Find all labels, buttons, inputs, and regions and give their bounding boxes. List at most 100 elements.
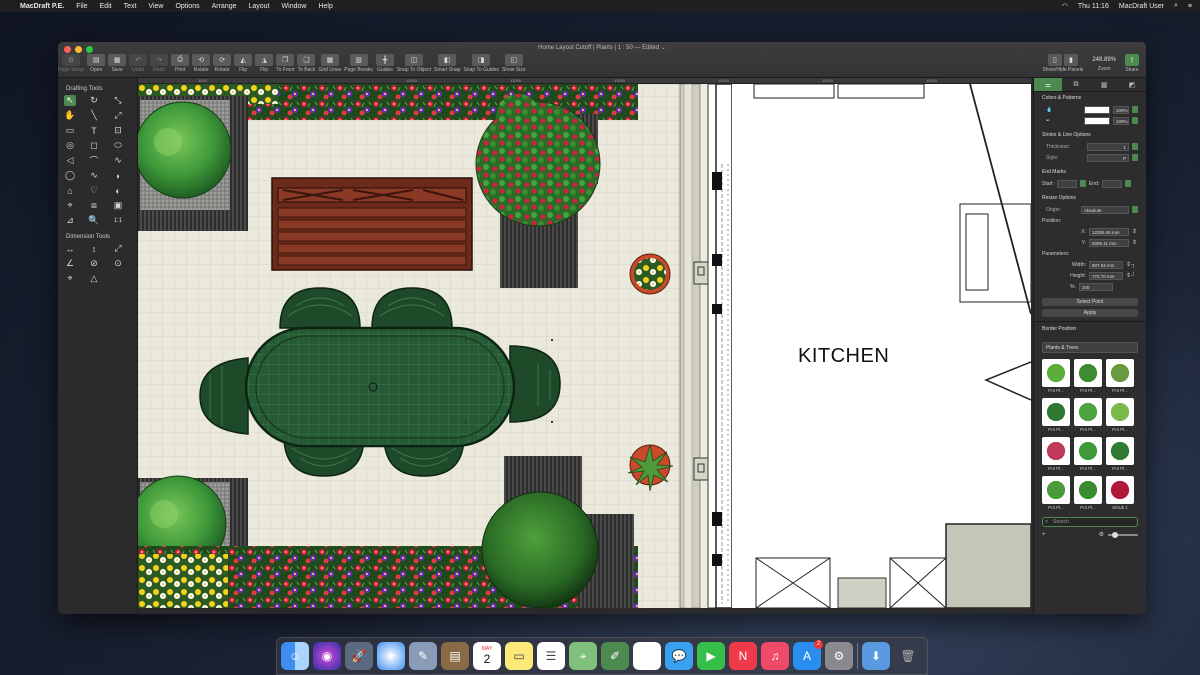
- pct-field[interactable]: 100: [1078, 282, 1113, 291]
- library-item[interactable]: Pot Pl...: [1106, 437, 1134, 474]
- launchpad-icon[interactable]: 🚀: [345, 642, 373, 670]
- line-stepper[interactable]: [1132, 117, 1138, 124]
- drafting-tool-7[interactable]: T: [88, 125, 100, 136]
- search-icon[interactable]: ⌕: [1174, 2, 1178, 10]
- toolbar-button-snap-to-guides[interactable]: ◨ Snap To Guides: [463, 54, 499, 73]
- library-item[interactable]: Pot Pl...: [1106, 398, 1134, 435]
- notes-icon[interactable]: ▭: [505, 642, 533, 670]
- downloads-folder-icon[interactable]: ⬇: [862, 642, 890, 670]
- drafting-tool-1[interactable]: ↻: [88, 95, 100, 106]
- toolbar-button-save[interactable]: ▦ Save: [108, 54, 127, 73]
- menu-window[interactable]: Window: [282, 3, 307, 10]
- toolbar-button-page-breaks[interactable]: ▥ Page Breaks: [344, 54, 373, 73]
- tab-attributes[interactable]: ⚌: [1034, 78, 1062, 91]
- floor-plan-drawing[interactable]: [138, 84, 1031, 608]
- menu-edit[interactable]: Edit: [100, 3, 112, 10]
- thickness-stepper[interactable]: [1132, 143, 1138, 150]
- trash-icon[interactable]: 🗑: [894, 642, 922, 670]
- tab-library[interactable]: ◩: [1118, 78, 1146, 91]
- y-stepper-icon[interactable]: ⇕: [1132, 239, 1138, 246]
- x-stepper-icon[interactable]: ⇕: [1132, 228, 1138, 235]
- fill-icon[interactable]: 💧: [1042, 107, 1052, 113]
- fill-swatch[interactable]: [1084, 105, 1110, 114]
- system-preferences-icon[interactable]: ⚙: [825, 642, 853, 670]
- line-opacity[interactable]: 100%: [1113, 116, 1129, 125]
- toolbar-button-flip[interactable]: ◭ Flip: [234, 54, 253, 73]
- library-item[interactable]: Pot Pl...: [1074, 476, 1102, 513]
- menu-text[interactable]: Text: [124, 3, 137, 10]
- drawing-canvas[interactable]: KITCHEN: [138, 84, 1031, 608]
- origin-dropdown[interactable]: [1132, 206, 1138, 213]
- library-select[interactable]: Plants & Trees: [1042, 342, 1138, 353]
- drafting-tool-3[interactable]: ✋: [64, 110, 76, 121]
- toolbar-button-undo[interactable]: ↶ Undo: [129, 54, 148, 73]
- dimension-tool-3[interactable]: ∠: [64, 258, 76, 269]
- x-field[interactable]: 12285.46 mm: [1089, 227, 1129, 236]
- reminders-icon[interactable]: ☰: [537, 642, 565, 670]
- style-stepper[interactable]: [1132, 154, 1138, 161]
- thickness-field[interactable]: 1: [1087, 142, 1129, 151]
- apply-button[interactable]: Apply: [1042, 309, 1138, 317]
- siri-icon[interactable]: ◉: [313, 642, 341, 670]
- library-item[interactable]: Shrub 1: [1106, 476, 1134, 513]
- width-stepper-icon[interactable]: ⇕┐: [1126, 261, 1138, 268]
- width-field[interactable]: 807.04 mm: [1089, 260, 1123, 269]
- macdraft-icon[interactable]: ✐: [601, 642, 629, 670]
- app-store-icon[interactable]: A 2: [793, 640, 823, 670]
- drafting-tool-8[interactable]: ⊡: [112, 125, 124, 136]
- drafting-tool-19[interactable]: ♡: [88, 185, 100, 196]
- news-icon[interactable]: N: [729, 642, 757, 670]
- photos-icon[interactable]: ✿: [633, 642, 661, 670]
- select-point-button[interactable]: Select Point: [1042, 298, 1138, 306]
- share-button[interactable]: ⇪ Share: [1125, 54, 1139, 73]
- size-slider[interactable]: [1108, 531, 1138, 538]
- toolbar-button-guides[interactable]: ╋ Guides: [375, 54, 394, 73]
- drafting-tool-17[interactable]: ◗: [112, 170, 124, 181]
- drafting-tool-21[interactable]: ⌖: [64, 200, 76, 211]
- toolbar-button-show-size[interactable]: ◰ Show Size: [502, 54, 526, 73]
- drafting-tool-0[interactable]: ↖: [64, 95, 76, 106]
- toolbar-button-redo[interactable]: ↷ Redo: [150, 54, 169, 73]
- menu-list-icon[interactable]: ≡: [1188, 3, 1192, 10]
- library-item[interactable]: Pot Pl...: [1042, 476, 1070, 513]
- library-item[interactable]: Pot Pl...: [1074, 359, 1102, 396]
- style-field[interactable]: P: [1087, 153, 1129, 162]
- drafting-tool-16[interactable]: ∿: [88, 170, 100, 181]
- drafting-tool-11[interactable]: ⬭: [112, 140, 124, 151]
- drafting-tool-25[interactable]: 🔍: [88, 215, 100, 226]
- zoom-control[interactable]: 248.89% Zoom: [1092, 54, 1116, 73]
- library-item[interactable]: Pot Pl...: [1042, 437, 1070, 474]
- show-hide-panels-button[interactable]: ▯ ▮ Show/Hide Panels: [1042, 54, 1083, 73]
- drafting-tool-18[interactable]: ⌂: [64, 185, 76, 196]
- toolbar-button-print[interactable]: ⎙ Print: [171, 54, 190, 73]
- preview-icon[interactable]: ✎: [409, 642, 437, 670]
- drafting-tool-9[interactable]: ◎: [64, 140, 76, 151]
- height-stepper-icon[interactable]: ⇕┘: [1126, 272, 1138, 279]
- library-item[interactable]: Pot Pl...: [1074, 437, 1102, 474]
- drafting-tool-4[interactable]: ╲: [88, 110, 100, 121]
- menu-file[interactable]: File: [76, 3, 87, 10]
- library-item[interactable]: Pot Pl...: [1074, 398, 1102, 435]
- y-field[interactable]: 5089.11 mm: [1089, 238, 1129, 247]
- line-swatch[interactable]: [1084, 116, 1110, 125]
- drafting-tool-2[interactable]: ⤡: [112, 95, 124, 106]
- kitchen-label[interactable]: KITCHEN: [798, 345, 889, 368]
- dimension-tool-6[interactable]: ⌖: [64, 273, 76, 284]
- toolbar-button-snap-to-object[interactable]: ◫ Snap To Object: [397, 54, 431, 73]
- drafting-tool-6[interactable]: ▭: [64, 125, 76, 136]
- menu-layout[interactable]: Layout: [249, 3, 270, 10]
- drafting-tool-22[interactable]: ⧈: [88, 200, 100, 211]
- height-field[interactable]: 772.70 mm: [1089, 271, 1123, 280]
- menu-help[interactable]: Help: [318, 3, 332, 10]
- library-item[interactable]: Pot Pl...: [1106, 359, 1134, 396]
- music-icon[interactable]: ♫: [761, 642, 789, 670]
- dimension-tool-7[interactable]: △: [88, 273, 100, 284]
- toolbar-button-to-front[interactable]: ❐ To Front: [276, 54, 294, 73]
- add-icon[interactable]: +: [1042, 532, 1046, 538]
- pen-icon[interactable]: ✒: [1042, 118, 1050, 124]
- library-search[interactable]: ⌕ Search: [1042, 517, 1138, 527]
- drafting-tool-23[interactable]: ▣: [112, 200, 124, 211]
- menu-app[interactable]: MacDraft P.E.: [20, 3, 64, 10]
- contacts-icon[interactable]: ▤: [441, 642, 469, 670]
- menu-options[interactable]: Options: [175, 3, 199, 10]
